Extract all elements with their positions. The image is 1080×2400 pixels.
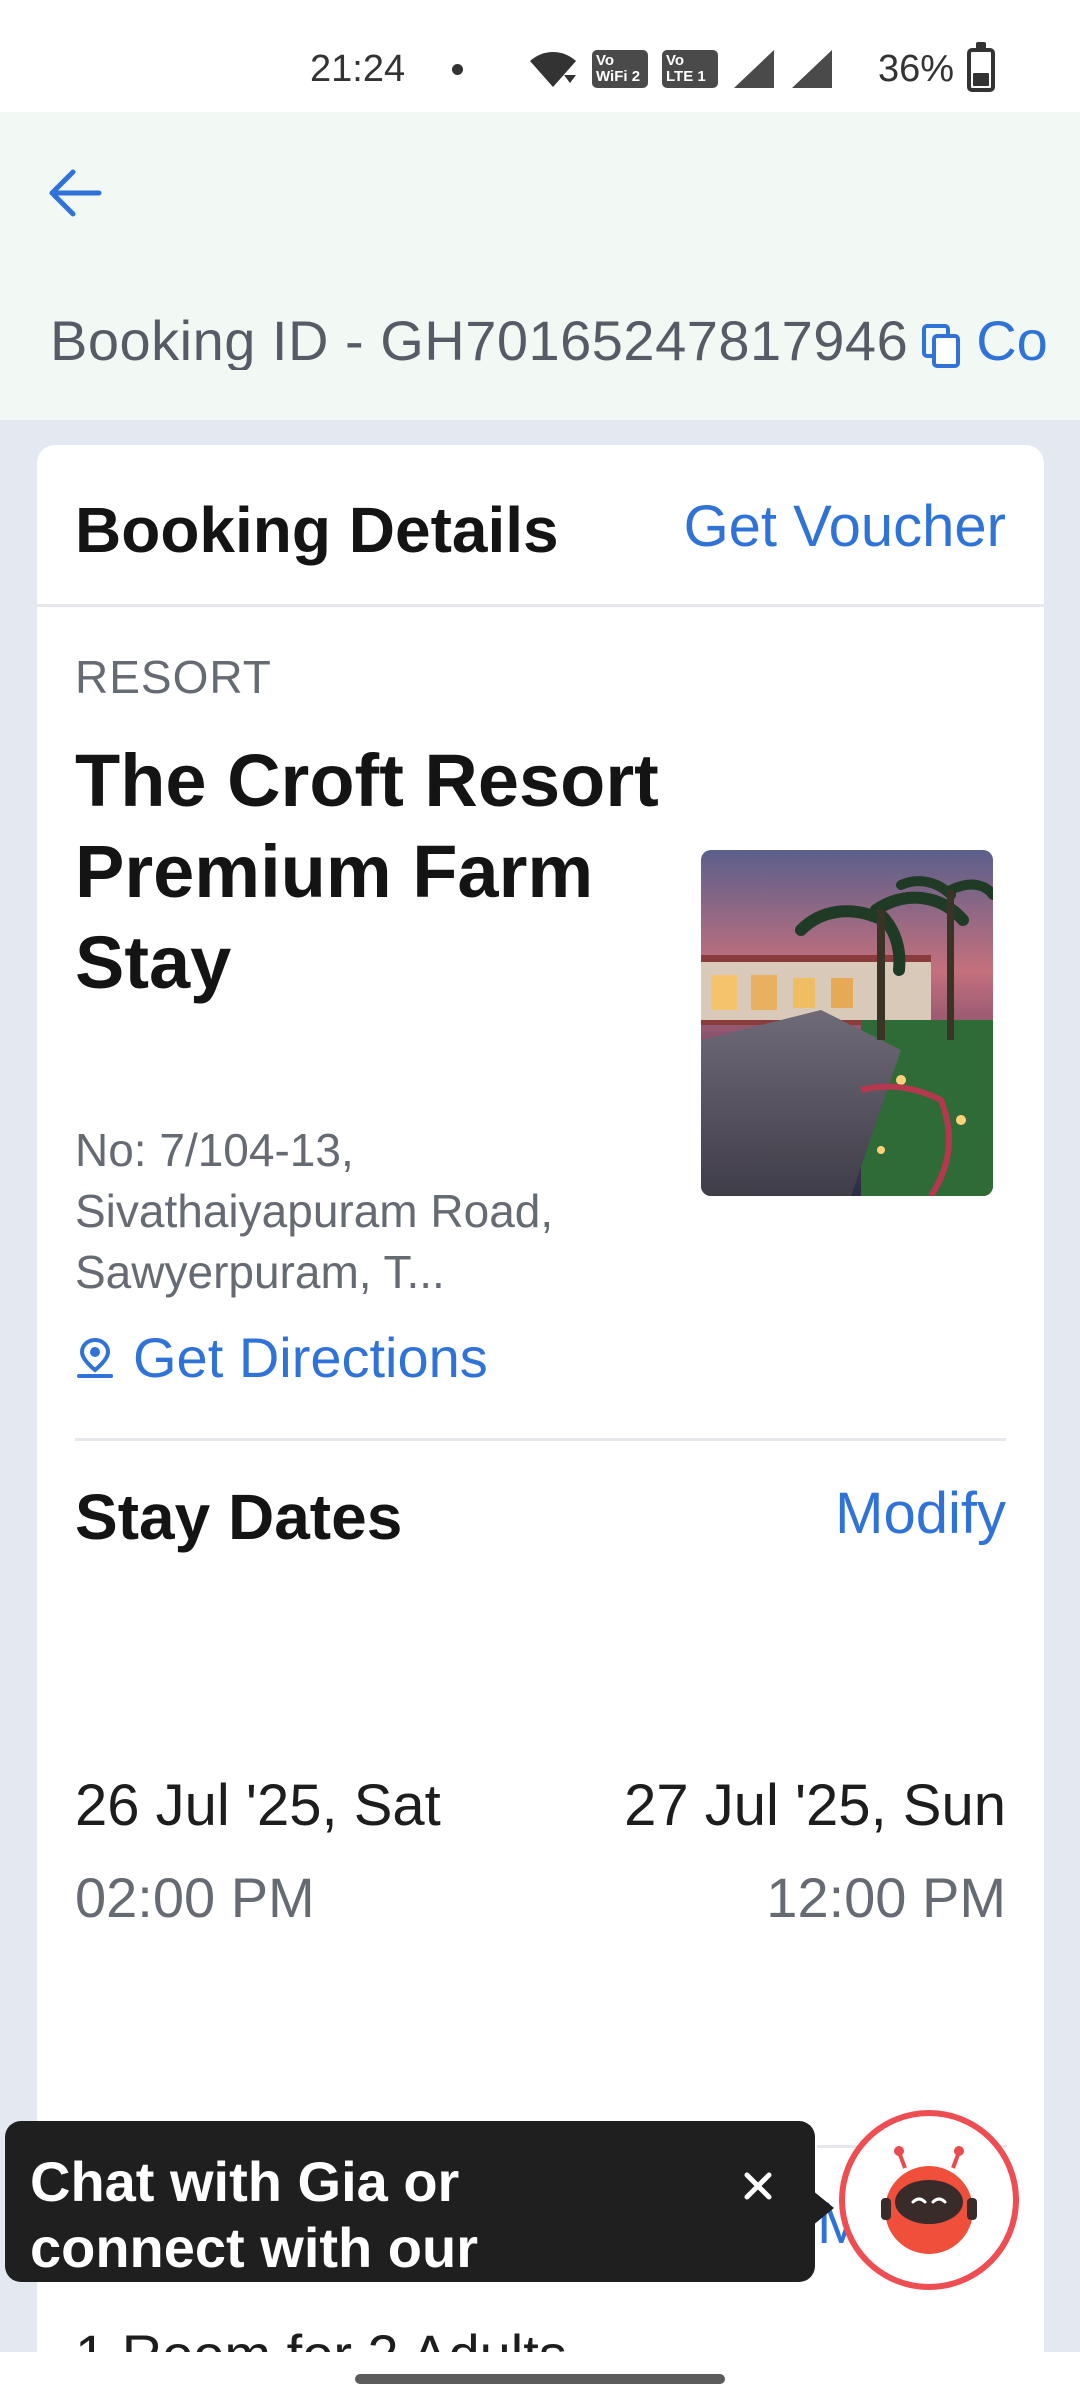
modify-dates-link[interactable]: Modify [835,1480,1006,1547]
copy-icon[interactable] [922,324,962,368]
chat-bot-button[interactable] [839,2110,1019,2290]
directions-label: Get Directions [133,1326,488,1389]
signal-icon-2 [792,50,832,88]
get-voucher-link[interactable]: Get Voucher [684,493,1006,560]
property-name: The Croft Resort Premium Farm Stay [75,739,659,1004]
arrow-left-icon [49,169,102,217]
battery-icon [967,42,995,92]
booking-id-row: Booking ID - GH70165247817946 Co [50,310,1080,370]
booking-details-card: Booking Details Get Voucher RESORT The C… [37,445,1044,2400]
app-header [0,112,1080,420]
booking-id: Booking ID - GH70165247817946 [50,310,909,370]
location-pin-icon [77,1337,113,1378]
back-button[interactable] [40,158,110,228]
battery-level-fill [973,73,989,86]
signal-icon [734,50,774,88]
wifi-icon [530,52,576,87]
section-divider [75,1438,1006,1441]
property-address: No: 7/104-13, Sivathaiyapuram Road, Sawy… [75,1124,554,1298]
card-header: Booking Details Get Voucher [37,445,1044,607]
close-icon[interactable] [733,2161,783,2211]
volte-lte-badge-icon: Vo LTE 1 [662,50,718,88]
checkout-date: 27 Jul '25, Sun [624,1773,1006,1838]
checkin-date: 26 Jul '25, Sat [75,1773,441,1838]
copy-button[interactable]: Co [976,310,1048,370]
chat-tooltip[interactable]: Chat with Gia or connect with our [5,2121,815,2282]
home-indicator[interactable] [355,2374,725,2384]
checkin-time: 02:00 PM [75,1866,315,1929]
stay-dates-title: Stay Dates [75,1481,403,1553]
status-time: 21:24 [310,48,406,90]
status-bar: 21:24 Vo WiFi 2 Vo LTE 1 36% [0,0,1080,112]
card-title: Booking Details [75,494,559,566]
chat-tooltip-text: Chat with Gia or connect with our [30,2150,478,2279]
get-directions-link[interactable]: Get Directions [75,1325,488,1390]
property-type: RESORT [75,651,272,703]
property-photo[interactable] [701,850,993,1196]
battery-percent: 36% [878,48,955,90]
status-icons: Vo WiFi 2 Vo LTE 1 [528,46,834,92]
notification-dot-icon [452,64,463,75]
tooltip-arrow [812,2190,834,2226]
checkout-time: 12:00 PM [766,1866,1006,1929]
volte-wifi-badge-icon: Vo WiFi 2 [592,50,648,88]
system-nav-bar [0,2352,1080,2400]
volte-badge-1-label: Vo WiFi 2 [596,52,641,85]
robot-assistant-icon [881,2146,977,2254]
resort-photo-image [701,850,993,1196]
volte-badge-2-label: Vo LTE 1 [666,52,706,85]
